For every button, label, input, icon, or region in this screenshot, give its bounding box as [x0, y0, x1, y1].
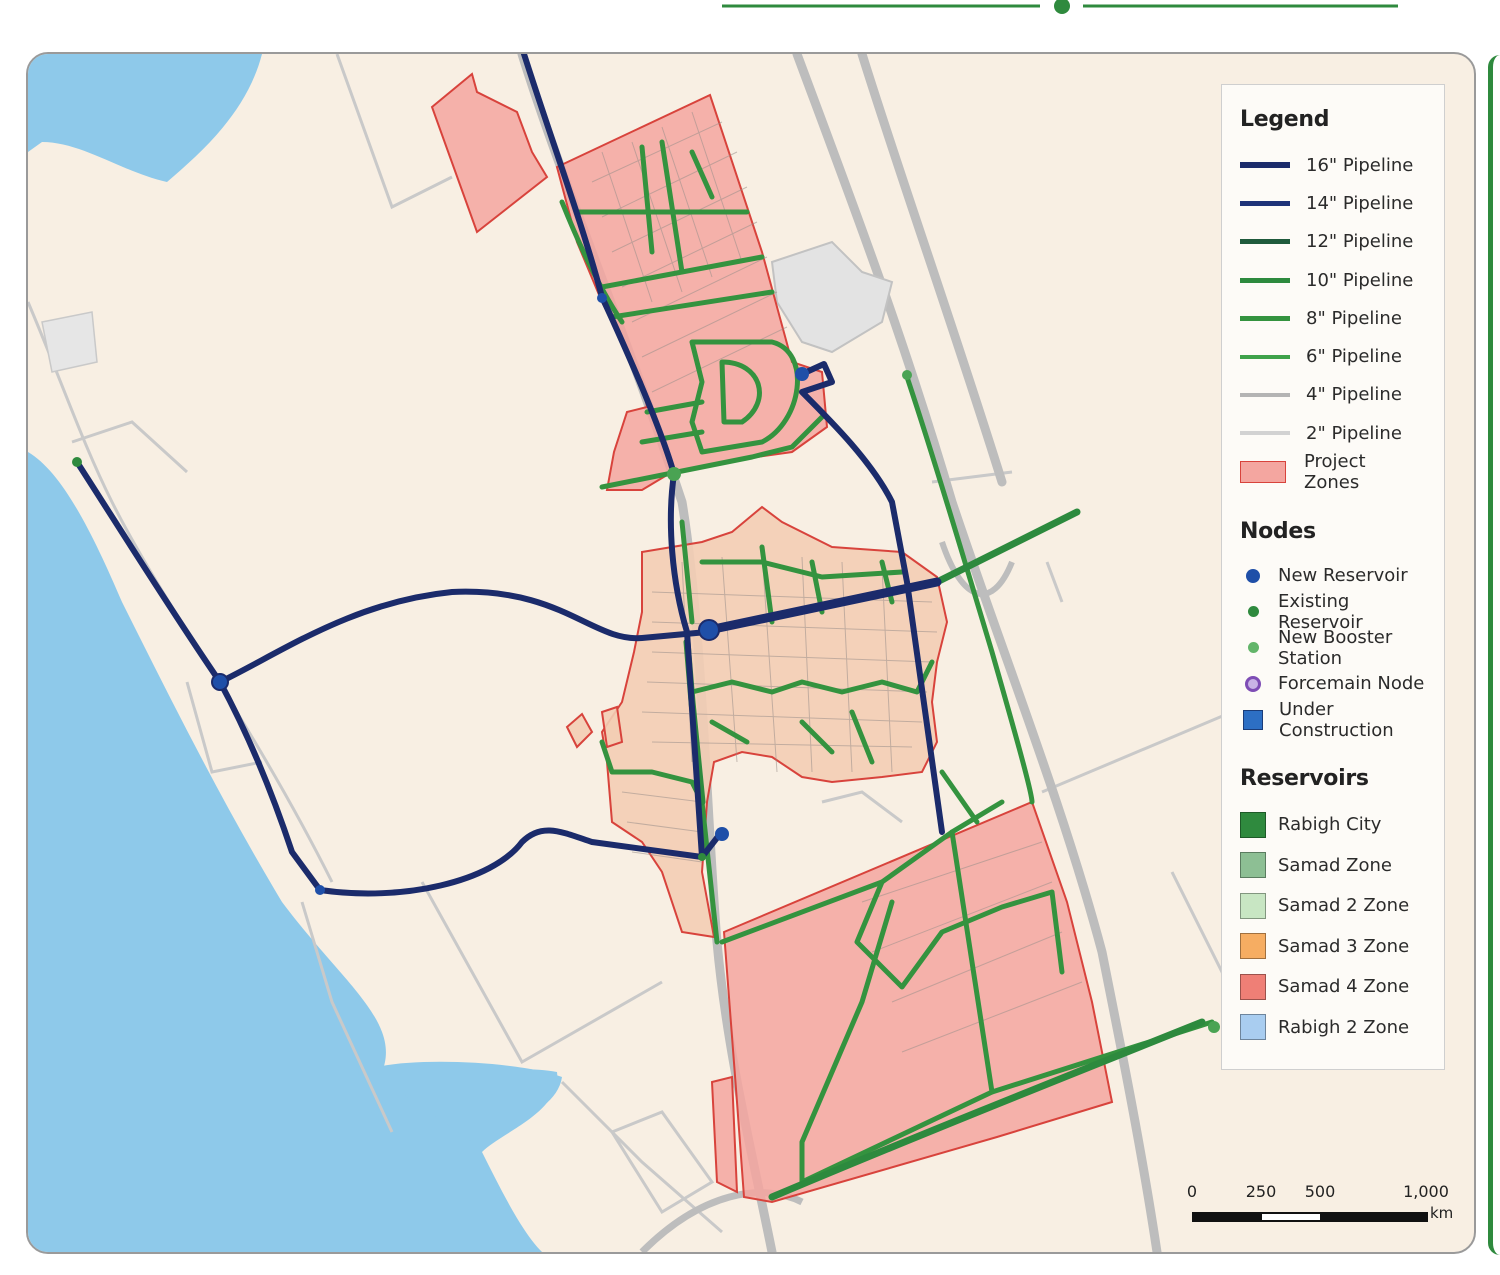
nodes-title: Nodes	[1240, 518, 1316, 544]
reservoir-swatch	[1240, 852, 1266, 879]
reservoir-swatch	[1240, 973, 1266, 1000]
legend-label: Rabigh City	[1278, 814, 1382, 836]
legend-node-forcemain: Forcemain Node	[1240, 666, 1426, 702]
map-panel: Legend 16" Pipeline 14" Pipeline 12" Pip…	[26, 52, 1476, 1254]
legend-item-16in: 16" Pipeline	[1240, 146, 1426, 184]
legend-label: 14" Pipeline	[1306, 192, 1414, 214]
sea-water	[28, 54, 262, 182]
legend-label: Rabigh 2 Zone	[1278, 1016, 1410, 1038]
pipeline-swatch	[1240, 354, 1290, 359]
legend-node-existing-reservoir: Existing Reservoir	[1240, 591, 1426, 633]
legend-reservoir-rabigh-2: Rabigh 2 Zone	[1240, 1007, 1426, 1048]
legend-label: New Booster Station	[1278, 626, 1393, 669]
legend-item-project-zones: Project Zones	[1240, 450, 1426, 493]
highway-interchange	[639, 1189, 804, 1252]
legend-reservoir-rabigh-city: Rabigh City	[1240, 805, 1426, 846]
pipeline-swatch	[1240, 277, 1290, 283]
existing-reservoir-icon	[1248, 606, 1259, 618]
booster-station-icon	[1248, 642, 1259, 654]
legend-label: 6" Pipeline	[1306, 346, 1402, 368]
scale-tick: 0	[1186, 1182, 1198, 1201]
legend-label: New Reservoir	[1278, 565, 1408, 587]
legend-item-10in: 10" Pipeline	[1240, 261, 1426, 299]
legend-label: Project Zones	[1304, 450, 1366, 493]
legend-reservoir-samad-4: Samad 4 Zone	[1240, 967, 1426, 1008]
under-construction-icon	[1243, 709, 1263, 730]
legend-title: Legend	[1240, 107, 1330, 132]
reservoirs-title: Reservoirs	[1240, 765, 1369, 791]
scale-tick: 1,000	[1403, 1182, 1449, 1201]
legend-label: Under Construction	[1279, 698, 1394, 741]
legend-label: 2" Pipeline	[1306, 422, 1402, 444]
legend-item-8in: 8" Pipeline	[1240, 299, 1426, 337]
scale-bar: 0 250 500 1,000 km	[1186, 1182, 1466, 1242]
side-accent-bar	[1488, 55, 1500, 1255]
zone-swatch	[1240, 460, 1286, 483]
legend-label: 16" Pipeline	[1306, 154, 1414, 176]
legend-label: 12" Pipeline	[1306, 231, 1414, 253]
reservoir-swatch	[1240, 933, 1266, 960]
legend-label: Samad 4 Zone	[1278, 976, 1410, 998]
pipeline-swatch	[1240, 315, 1290, 321]
scale-segment	[1192, 1212, 1262, 1222]
legend-item-6in: 6" Pipeline	[1240, 337, 1426, 375]
scale-tick: 250	[1245, 1182, 1277, 1201]
scale-segment	[1260, 1212, 1322, 1222]
legend-item-12in: 12" Pipeline	[1240, 223, 1426, 261]
pipeline-swatch	[1240, 162, 1290, 169]
legend-label: Forcemain Node	[1278, 673, 1425, 695]
legend-reservoir-samad-3: Samad 3 Zone	[1240, 926, 1426, 967]
scale-segment	[1320, 1212, 1428, 1222]
legend-node-new-reservoir: New Reservoir	[1240, 558, 1426, 594]
reservoir-swatch	[1240, 811, 1266, 838]
legend-label: Samad 3 Zone	[1278, 935, 1410, 957]
scale-unit: km	[1430, 1204, 1454, 1222]
new-reservoir-icon	[1246, 568, 1260, 583]
legend-reservoir-samad: Samad Zone	[1240, 845, 1426, 886]
scale-tick: 500	[1304, 1182, 1336, 1201]
pipeline-swatch	[1240, 392, 1290, 397]
pipeline-swatch	[1240, 200, 1290, 206]
reservoir-swatch	[1240, 892, 1266, 919]
header-divider	[722, 0, 1398, 14]
legend-item-4in: 4" Pipeline	[1240, 376, 1426, 414]
legend-item-2in: 2" Pipeline	[1240, 414, 1426, 452]
reservoir-swatch	[1240, 1014, 1266, 1041]
pipeline-swatch	[1240, 431, 1290, 436]
forcemain-node-icon	[1245, 675, 1261, 692]
legend-node-booster-station: New Booster Station	[1240, 626, 1426, 669]
map-legend: Legend 16" Pipeline 14" Pipeline 12" Pip…	[1221, 84, 1445, 1070]
legend-label: 4" Pipeline	[1306, 384, 1402, 406]
legend-label: Samad 2 Zone	[1278, 895, 1410, 917]
legend-reservoir-samad-2: Samad 2 Zone	[1240, 886, 1426, 927]
legend-item-14in: 14" Pipeline	[1240, 184, 1426, 222]
legend-label: 10" Pipeline	[1306, 269, 1414, 291]
pipeline-swatch	[1240, 239, 1290, 245]
legend-node-under-construction: Under Construction	[1240, 698, 1426, 741]
legend-label: 8" Pipeline	[1306, 307, 1402, 329]
legend-label: Samad Zone	[1278, 854, 1392, 876]
existing-urban-area	[41, 311, 98, 373]
